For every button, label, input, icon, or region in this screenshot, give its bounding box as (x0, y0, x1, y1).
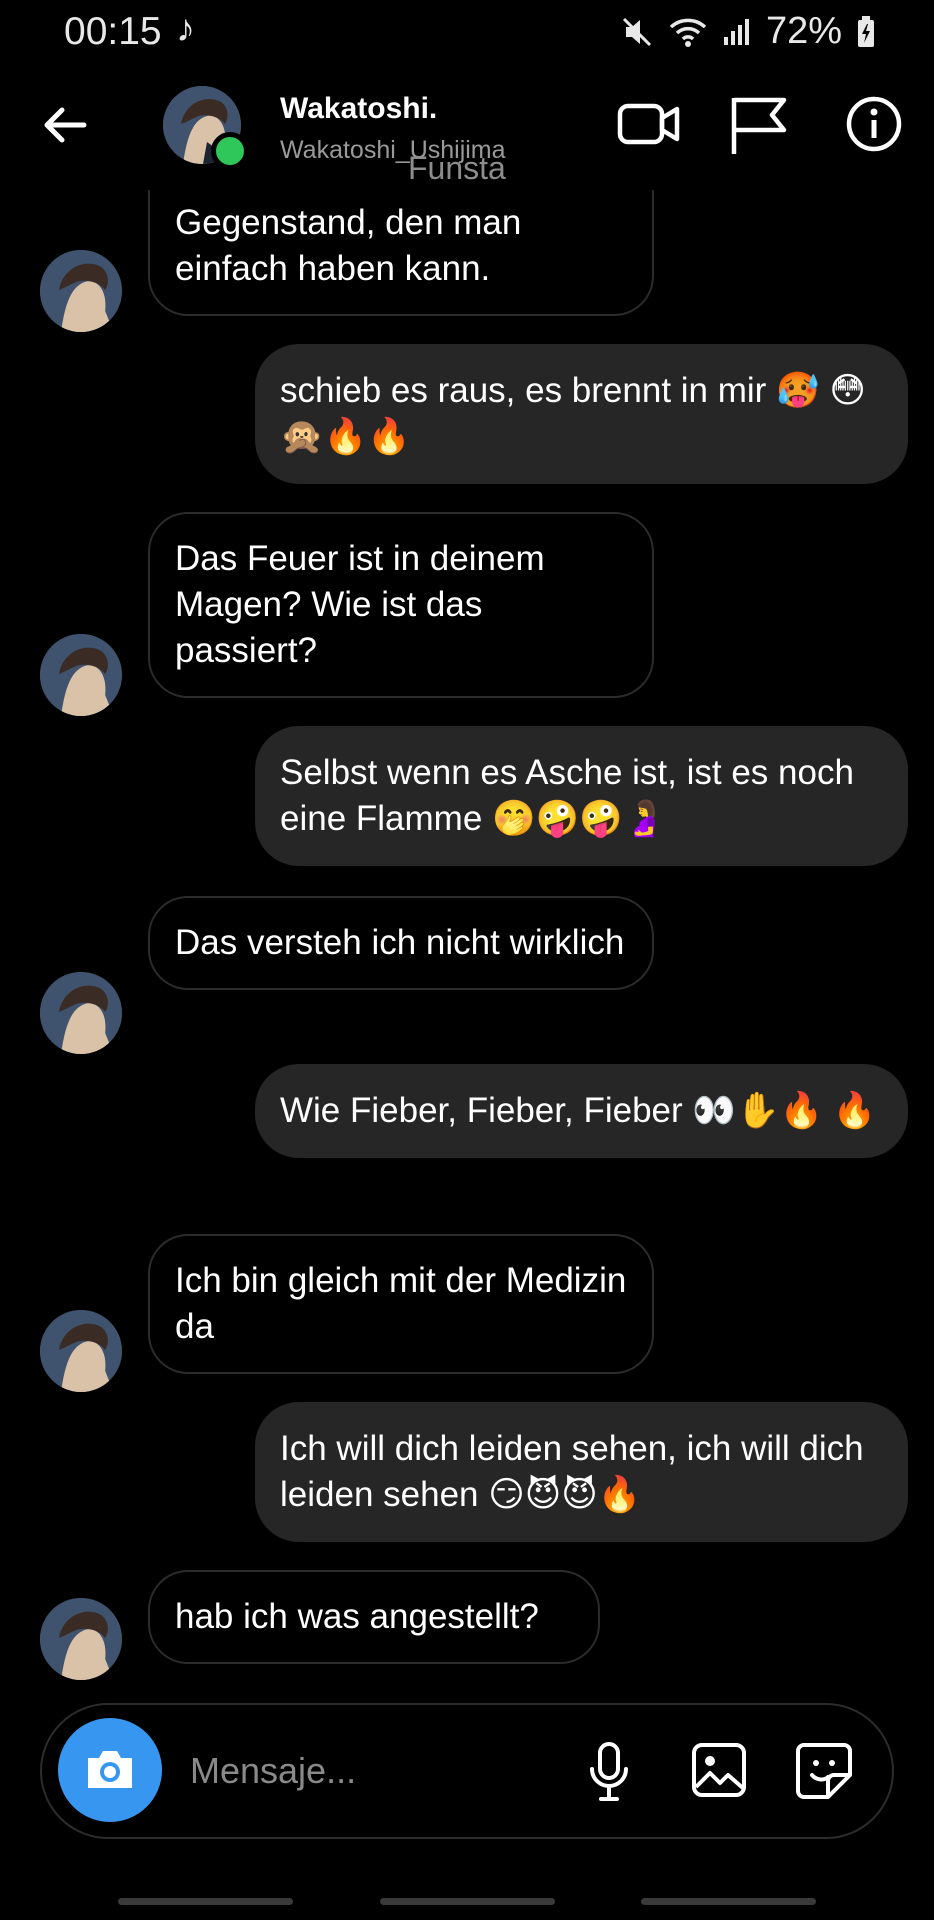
status-time: 00:15 (64, 10, 162, 53)
contact-name[interactable]: Wakatoshi. (280, 92, 437, 126)
back-arrow-icon[interactable] (40, 100, 90, 150)
nav-back[interactable] (641, 1898, 816, 1905)
status-indicators: 72% (620, 10, 876, 53)
info-icon[interactable] (844, 94, 904, 154)
message-text: Selbst wenn es Asche ist, ist es noch ei… (280, 753, 854, 838)
system-nav-bar (0, 1880, 934, 1920)
music-note-icon: ♪ (176, 8, 195, 50)
battery-icon (858, 15, 874, 47)
wifi-icon (669, 18, 707, 47)
status-bar: 00:15 ♪ 72% (0, 0, 934, 70)
outgoing-message[interactable]: schieb es raus, es brennt in mir 🥵 😳🙊🔥🔥 (255, 344, 908, 484)
nav-home[interactable] (380, 1898, 555, 1905)
message-text: Das Feuer ist in deinem Magen? Wie ist d… (175, 539, 545, 670)
camera-button[interactable] (58, 1718, 162, 1822)
message-text: hab ich was angestellt? (175, 1597, 539, 1636)
video-call-icon[interactable] (617, 94, 681, 154)
sender-avatar[interactable] (40, 972, 122, 1054)
online-status-dot (211, 132, 249, 170)
outgoing-message[interactable]: Wie Fieber, Fieber, Fieber 👀✋🔥 🔥 (255, 1064, 908, 1158)
outgoing-message[interactable]: Ich will dich leiden sehen, ich will dic… (255, 1402, 908, 1542)
microphone-icon[interactable] (584, 1741, 634, 1803)
message-text: Ich will dich leiden sehen, ich will dic… (280, 1429, 864, 1514)
incoming-message[interactable]: Das versteh ich nicht wirklich (148, 896, 654, 990)
outgoing-message[interactable]: Selbst wenn es Asche ist, ist es noch ei… (255, 726, 908, 866)
incoming-message[interactable]: hab ich was angestellt? (148, 1570, 600, 1664)
flag-icon[interactable] (728, 94, 788, 156)
chat-header: Wakatoshi. Wakatoshi_Ushijima Funsta (0, 70, 934, 190)
camera-icon (88, 1751, 132, 1788)
incoming-message[interactable]: Das Feuer ist in deinem Magen? Wie ist d… (148, 512, 654, 698)
contact-avatar[interactable] (163, 86, 249, 170)
message-text: Wie Fieber, Fieber, Fieber 👀✋🔥 🔥 (280, 1091, 877, 1130)
overlay-label: Funsta (408, 150, 506, 186)
mute-icon (622, 17, 651, 46)
incoming-message[interactable]: Ich bin gleich mit der Medizin da (148, 1234, 654, 1374)
message-composer (40, 1703, 894, 1839)
signal-icon (723, 18, 749, 45)
nav-recent-apps[interactable] (118, 1898, 293, 1905)
sender-avatar[interactable] (40, 1310, 122, 1392)
sender-avatar[interactable] (40, 634, 122, 716)
sender-avatar[interactable] (40, 250, 122, 332)
message-text: schieb es raus, es brennt in mir 🥵 😳🙊🔥🔥 (280, 371, 866, 456)
message-text: Das versteh ich nicht wirklich (175, 923, 625, 962)
sticker-icon[interactable] (794, 1741, 854, 1801)
gallery-icon[interactable] (690, 1741, 748, 1799)
message-input[interactable] (188, 1745, 492, 1797)
battery-percent: 72% (765, 10, 842, 52)
message-text: Ich bin gleich mit der Medizin da (175, 1261, 627, 1346)
sender-avatar[interactable] (40, 1598, 122, 1680)
